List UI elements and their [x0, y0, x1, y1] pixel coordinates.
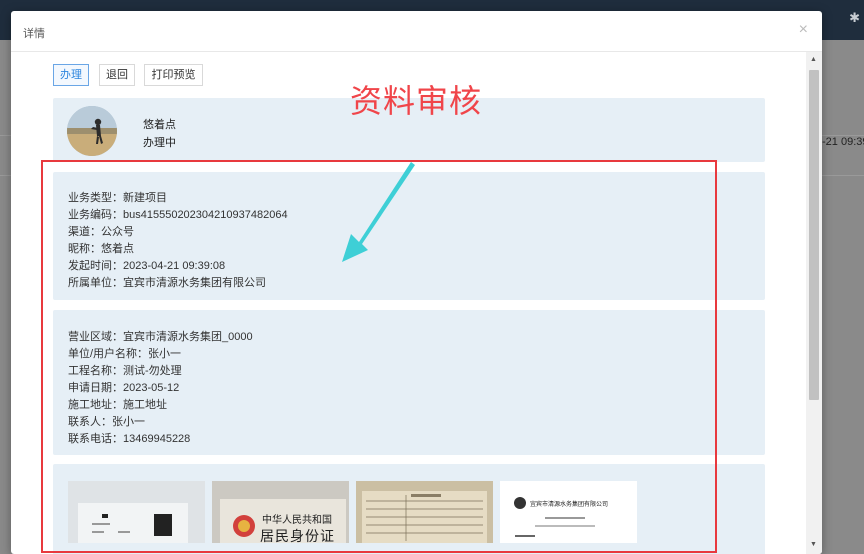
status-text: 办理中 — [143, 137, 176, 149]
avatar — [67, 106, 117, 156]
print-preview-button[interactable]: 打印预览 — [144, 64, 203, 86]
annotation-title: 资料审核 — [350, 83, 483, 119]
dialog-scrollbar[interactable]: ▲ ▼ — [806, 52, 822, 554]
dialog-header: 详情 × — [11, 11, 822, 52]
background-table-cell: -21 09:39: — [822, 136, 864, 148]
return-button[interactable]: 退回 — [99, 64, 135, 86]
annotation-highlight-box — [41, 160, 717, 553]
user-nickname: 悠着点 — [143, 119, 176, 131]
handle-button[interactable]: 办理 — [53, 64, 89, 86]
gear-icon[interactable]: ✱ — [849, 10, 860, 26]
close-icon[interactable]: × — [799, 21, 808, 39]
scrollbar-thumb[interactable] — [809, 70, 819, 400]
dialog-title: 详情 — [23, 28, 45, 40]
scroll-down-icon[interactable]: ▼ — [810, 541, 817, 548]
scroll-up-icon[interactable]: ▲ — [810, 56, 817, 63]
